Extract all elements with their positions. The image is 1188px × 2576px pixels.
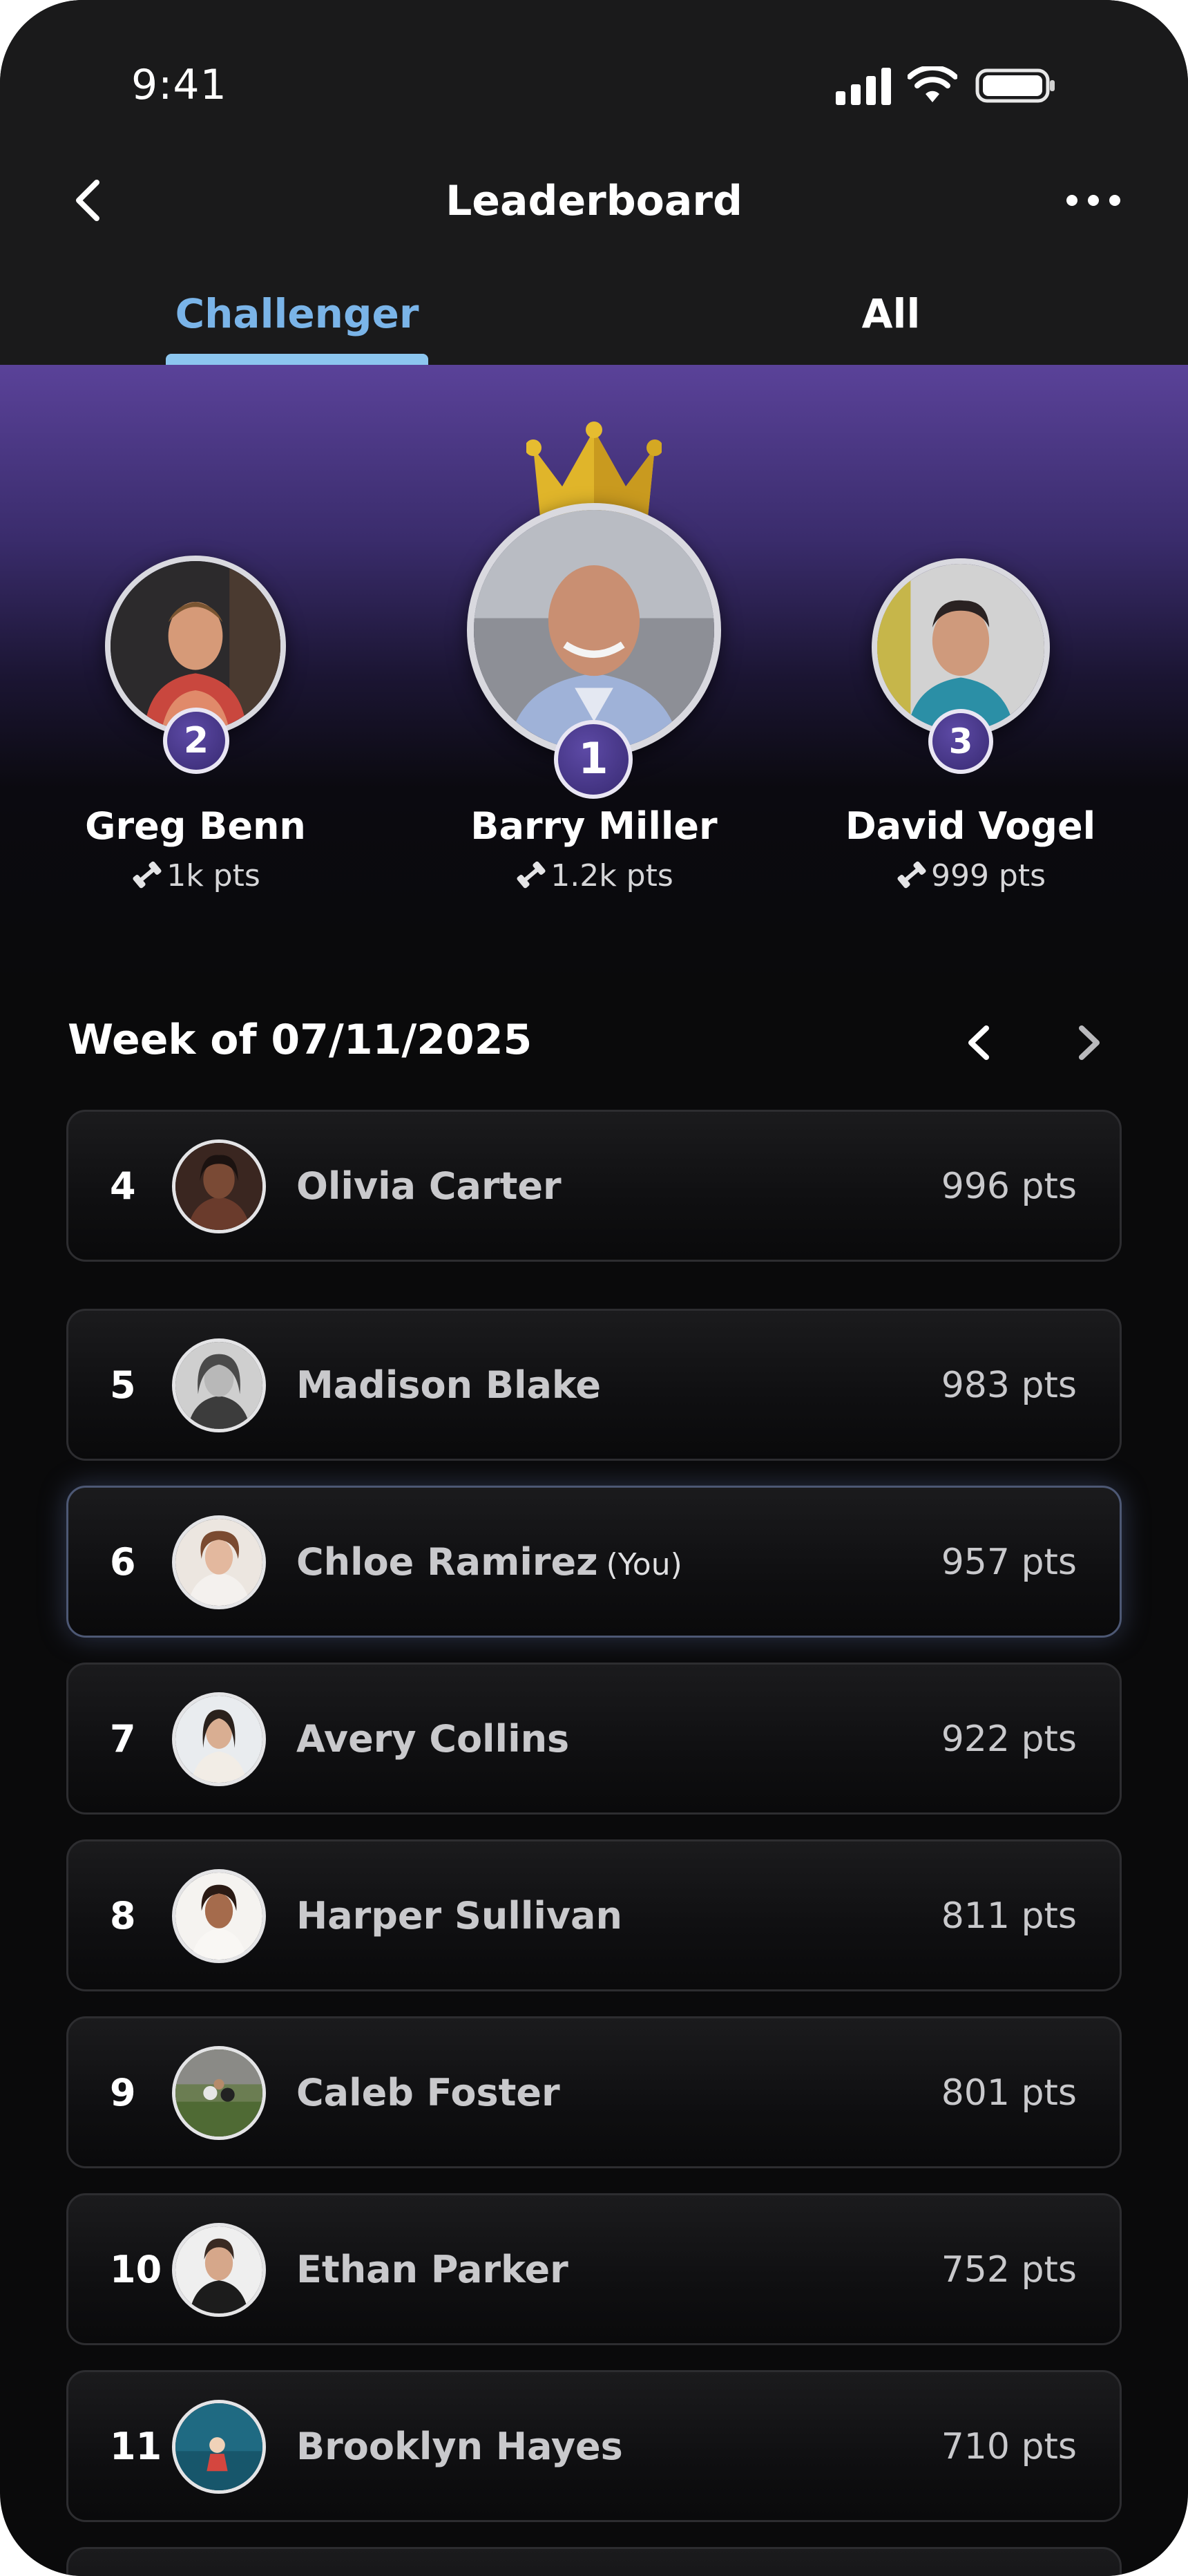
podium-points-1: 1.2k pts	[421, 858, 767, 893]
rank-badge-2: 2	[163, 708, 229, 774]
podium-name-2: Greg Benn	[85, 804, 306, 848]
week-next-button[interactable]	[1068, 1019, 1109, 1067]
row-rank: 8	[110, 1894, 136, 1938]
points-value: 1k pts	[166, 858, 260, 893]
row-name: Caleb Foster	[296, 2071, 560, 2114]
wifi-icon	[908, 66, 957, 102]
avatar	[172, 1338, 266, 1432]
row-points: 957 pts	[941, 1542, 1077, 1583]
avatar	[172, 1515, 266, 1609]
row-rank: 9	[110, 2071, 136, 2114]
leaderboard-row[interactable]: 11 Brooklyn Hayes 710 pts	[66, 2370, 1122, 2522]
row-points: 983 pts	[941, 1365, 1077, 1406]
row-rank: 5	[110, 1363, 136, 1407]
avatar	[172, 2400, 266, 2494]
tab-challenger[interactable]: Challenger	[166, 290, 428, 337]
avatar	[172, 1692, 266, 1786]
you-label: (You)	[606, 1547, 682, 1582]
row-name: Ethan Parker	[296, 2248, 568, 2291]
leaderboard-row-you[interactable]: 6 Chloe Ramirez (You) 957 pts	[66, 1486, 1122, 1638]
podium-name-3: David Vogel	[845, 804, 1096, 848]
row-points: 922 pts	[941, 1718, 1077, 1760]
leaderboard-row-partial[interactable]	[66, 2547, 1122, 2576]
active-tab-indicator	[166, 354, 428, 365]
podium: 2 Greg Benn 1k pts 1 Barry Miller 1.2k p…	[0, 365, 1188, 987]
avatar	[172, 2046, 266, 2140]
row-name: Olivia Carter	[296, 1164, 562, 1208]
row-points: 801 pts	[941, 2072, 1077, 2114]
row-points: 811 pts	[941, 1895, 1077, 1937]
top-bar: 9:41 Leaderboard Challenger All	[0, 0, 1188, 365]
page-title: Leaderboard	[446, 177, 742, 225]
dumbbell-icon	[133, 861, 162, 889]
avatar-photo	[474, 510, 714, 750]
leaderboard-row[interactable]: 8 Harper Sullivan 811 pts	[66, 1839, 1122, 1991]
leaderboard-row[interactable]: 4 Olivia Carter 996 pts	[66, 1110, 1122, 1262]
row-rank: 6	[110, 1540, 136, 1584]
week-label: Week of 07/11/2025	[68, 1016, 533, 1064]
points-value: 999 pts	[930, 858, 1046, 893]
avatar-photo	[877, 564, 1044, 731]
rank-badge-1: 1	[554, 720, 633, 799]
row-points: 752 pts	[941, 2249, 1077, 2291]
crown-icon	[526, 422, 662, 517]
podium-points-3: 999 pts	[832, 858, 1109, 893]
status-icons	[836, 66, 1057, 108]
row-rank: 4	[110, 1164, 136, 1208]
leaderboard-row[interactable]: 10 Ethan Parker 752 pts	[66, 2193, 1122, 2345]
row-name: Madison Blake	[296, 1363, 602, 1407]
more-options-button[interactable]	[1062, 187, 1124, 214]
row-name: Avery Collins	[296, 1717, 570, 1761]
signal-icon	[836, 68, 891, 105]
avatar-photo	[111, 561, 280, 731]
row-rank: 7	[110, 1717, 136, 1761]
phone-screen: 9:41 Leaderboard Challenger All 2 Greg B…	[0, 0, 1188, 2576]
avatar	[172, 1139, 266, 1233]
podium-points-2: 1k pts	[57, 858, 334, 893]
podium-name-1: Barry Miller	[470, 804, 718, 848]
row-name: Chloe Ramirez (You)	[296, 1540, 682, 1584]
dumbbell-icon	[517, 861, 546, 889]
week-prev-button[interactable]	[959, 1019, 1000, 1067]
row-points: 996 pts	[941, 1166, 1077, 1207]
podium-avatar-1[interactable]	[467, 503, 721, 757]
row-points: 710 pts	[941, 2426, 1077, 2468]
row-name: Harper Sullivan	[296, 1894, 622, 1938]
row-rank: 11	[110, 2425, 162, 2468]
status-time: 9:41	[131, 61, 227, 109]
dumbbell-icon	[897, 861, 926, 889]
rank-badge-3: 3	[928, 709, 993, 774]
points-value: 1.2k pts	[550, 858, 673, 893]
row-name: Brooklyn Hayes	[296, 2425, 623, 2468]
avatar	[172, 2223, 266, 2317]
leaderboard-row[interactable]: 7 Avery Collins 922 pts	[66, 1663, 1122, 1815]
battery-icon	[975, 68, 1055, 103]
tab-all[interactable]: All	[787, 290, 995, 337]
avatar	[172, 1869, 266, 1963]
leaderboard-row[interactable]: 9 Caleb Foster 801 pts	[66, 2016, 1122, 2168]
row-rank: 10	[110, 2248, 162, 2291]
leaderboard-row[interactable]: 5 Madison Blake 983 pts	[66, 1309, 1122, 1461]
row-name-text: Chloe Ramirez	[296, 1540, 598, 1584]
